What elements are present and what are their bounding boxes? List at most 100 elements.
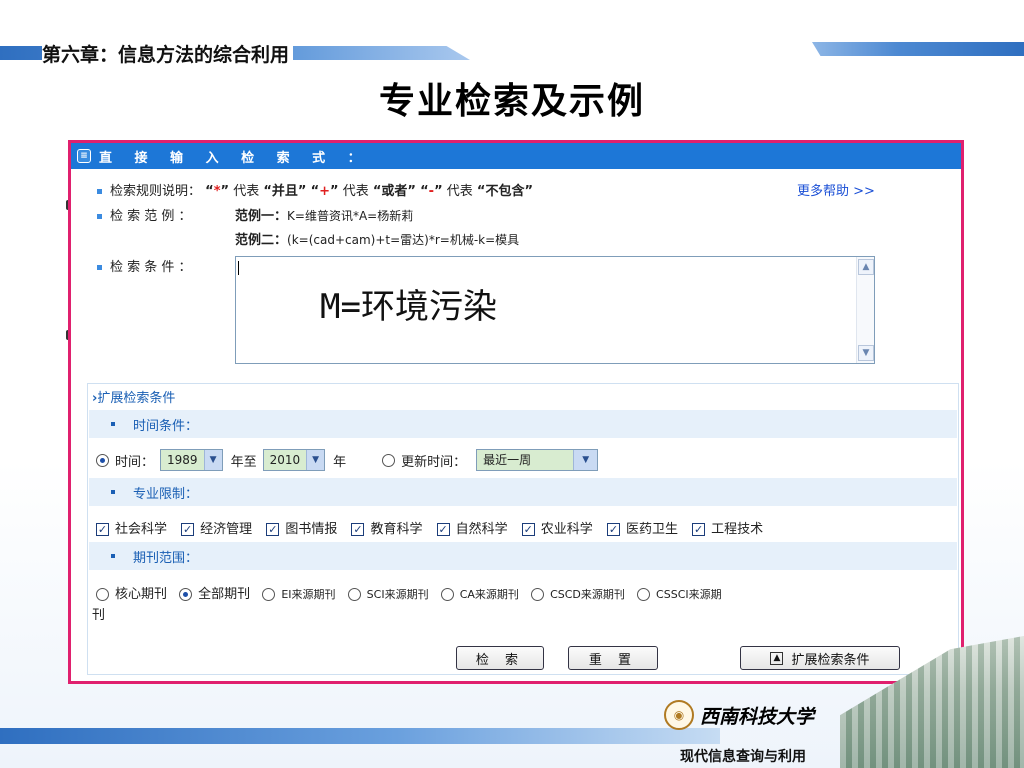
top-right-stripe: [812, 42, 1024, 56]
subject-option[interactable]: ✓ 教育科学: [351, 522, 422, 537]
journal-label: CSCD来源期刊: [550, 588, 625, 601]
subject-row: ✓ 社会科学 ✓ 经济管理 ✓ 图书情报 ✓ 教育科学 ✓ 自然科学 ✓ 农业科学 ✓ 医药卫…: [96, 518, 763, 537]
checkbox-checked-icon[interactable]: ✓: [521, 523, 535, 536]
checkbox-checked-icon[interactable]: ✓: [96, 523, 109, 536]
example-two-label: 范例二：: [235, 233, 288, 248]
journal-option[interactable]: CSSCI来源期: [637, 587, 722, 602]
journal-radio[interactable]: [347, 588, 361, 601]
year-to-select[interactable]: 2010 ▼: [262, 449, 326, 471]
rule-symbol-not: “-”: [420, 184, 443, 199]
rule-not: “不包含”: [476, 184, 534, 199]
subject-option[interactable]: ✓ 图书情报: [266, 522, 337, 537]
rule-or: “或者”: [372, 184, 416, 199]
subject-label: 图书情报: [285, 522, 338, 537]
bullet-square-icon: [111, 490, 115, 494]
subject-option[interactable]: ✓ 经济管理: [181, 522, 252, 537]
time-row: 时间： 1989 ▼ 年至 2010 ▼ 年 更新时间： 最近一周 ▼: [96, 449, 599, 471]
chevron-down-icon[interactable]: ▼: [573, 450, 598, 470]
extended-conditions: ›扩展检索条件 时间条件： 时间： 1989 ▼ 年至 2010 ▼ 年 更新时间：…: [87, 383, 959, 675]
journal-label: CSSCI来源期: [656, 588, 722, 601]
extended-title-text: 扩展检索条件: [97, 391, 176, 406]
rules-label: 检索规则说明：: [110, 184, 202, 199]
example-two-value: (k=(cad+cam)+t=雷达)*r=机械-k=模具: [287, 233, 520, 247]
panel-header-title: 直 接 输 入 检 索 式 ：: [99, 150, 370, 166]
bullet-square-icon: [97, 189, 102, 194]
subject-option[interactable]: ✓ 工程技术: [692, 522, 763, 537]
journal-option[interactable]: CA来源期刊: [440, 587, 519, 602]
textarea-scrollbar[interactable]: ▲ ▼: [856, 257, 874, 363]
journal-band-label: 期刊范围：: [133, 550, 199, 566]
bullet-square-icon: [111, 422, 115, 426]
journal-option[interactable]: SCI来源期刊: [347, 587, 429, 602]
examples-label-row: 检 索 范 例 ：: [97, 205, 192, 224]
expand-conditions-button[interactable]: ▲ 扩展检索条件: [740, 646, 900, 670]
year-from-value: 1989: [161, 450, 204, 470]
subject-label: 自然科学: [455, 522, 508, 537]
journal-radio[interactable]: [637, 588, 651, 601]
subject-option[interactable]: ✓ 医药卫生: [606, 522, 678, 537]
slide-title: 专业检索及示例: [378, 81, 645, 122]
rules-row: 检索规则说明： “*” 代表 “并且” “+” 代表 “或者” “-” 代表 “…: [97, 180, 533, 199]
journal-radio[interactable]: [531, 588, 545, 601]
year-to-label: 年至: [230, 454, 257, 470]
subject-option[interactable]: ✓ 社会科学: [96, 522, 167, 537]
bottom-stripe: [0, 728, 720, 744]
example-one: 范例一：K=维普资讯*A=杨新莉: [235, 205, 413, 224]
expand-button-label: 扩展检索条件: [791, 652, 870, 668]
time-radio[interactable]: [96, 453, 109, 467]
condition-label: 检 索 条 件 ：: [110, 260, 192, 275]
journal-option[interactable]: CSCD来源期刊: [531, 587, 625, 602]
footer-course-label: 现代信息查询与利用: [680, 749, 806, 765]
journal-option[interactable]: 核心期刊: [96, 587, 167, 602]
search-button[interactable]: 检 索: [456, 646, 544, 670]
update-time-label: 更新时间：: [401, 454, 467, 470]
journal-radio[interactable]: [440, 588, 454, 601]
journal-radio[interactable]: [96, 588, 109, 601]
text-caret: [238, 261, 239, 275]
time-band-label: 时间条件：: [133, 418, 199, 434]
subject-label: 医药卫生: [625, 522, 678, 537]
checkbox-checked-icon[interactable]: ✓: [606, 523, 620, 536]
year-suffix: 年: [333, 454, 347, 470]
more-help-link[interactable]: 更多帮助 >>: [797, 180, 875, 199]
update-time-radio[interactable]: [382, 453, 396, 467]
journal-option[interactable]: 全部期刊: [179, 587, 250, 602]
year-to-value: 2010: [263, 450, 307, 470]
university-name: 西南科技大学: [700, 705, 815, 728]
journal-radio[interactable]: [262, 588, 276, 601]
year-from-select[interactable]: 1989 ▼: [160, 449, 223, 471]
extended-title[interactable]: ›扩展检索条件: [92, 387, 175, 406]
rule-symbol-or: “+”: [310, 184, 339, 199]
reset-button[interactable]: 重 置: [568, 646, 658, 670]
example-two: 范例二：(k=(cad+cam)+t=雷达)*r=机械-k=模具: [235, 229, 519, 248]
condition-label-row: 检 索 条 件 ：: [97, 256, 192, 275]
chapter-title: 第六章：信息方法的综合利用: [42, 40, 294, 67]
checkbox-checked-icon[interactable]: ✓: [181, 523, 195, 536]
subject-limits-band: 专业限制：: [89, 478, 957, 506]
checkbox-checked-icon[interactable]: ✓: [436, 523, 450, 536]
search-condition-textarea[interactable]: M=环境污染 ▲ ▼: [235, 256, 875, 364]
example-one-value: K=维普资讯*A=杨新莉: [287, 209, 414, 223]
journal-row: 核心期刊 全部期刊 EI来源期刊 SCI来源期刊 CA来源期刊 CSCD来源期刊…: [96, 583, 722, 602]
journal-radio[interactable]: [179, 588, 193, 601]
subject-option[interactable]: ✓ 农业科学: [521, 522, 593, 537]
subject-label: 教育科学: [370, 522, 423, 537]
search-condition-value: M=环境污染: [320, 287, 497, 327]
bullet-square-icon: [97, 265, 102, 270]
checkbox-checked-icon[interactable]: ✓: [351, 523, 365, 536]
chevron-down-icon[interactable]: ▼: [203, 450, 222, 470]
chevron-down-icon[interactable]: ▼: [306, 450, 325, 470]
subject-label: 经济管理: [200, 522, 253, 537]
journal-label: SCI来源期刊: [366, 588, 429, 601]
rule-text: 代表: [446, 184, 473, 199]
scroll-up-icon[interactable]: ▲: [858, 259, 874, 275]
scroll-down-icon[interactable]: ▼: [858, 345, 874, 361]
checkbox-checked-icon[interactable]: ✓: [266, 523, 280, 536]
rule-text: 代表: [233, 184, 260, 199]
subject-label: 农业科学: [540, 522, 593, 537]
journal-option[interactable]: EI来源期刊: [262, 587, 336, 602]
subject-option[interactable]: ✓ 自然科学: [436, 522, 508, 537]
checkbox-checked-icon[interactable]: ✓: [692, 523, 706, 536]
update-time-select[interactable]: 最近一周 ▼: [476, 449, 599, 471]
rule-text: 代表: [342, 184, 369, 199]
